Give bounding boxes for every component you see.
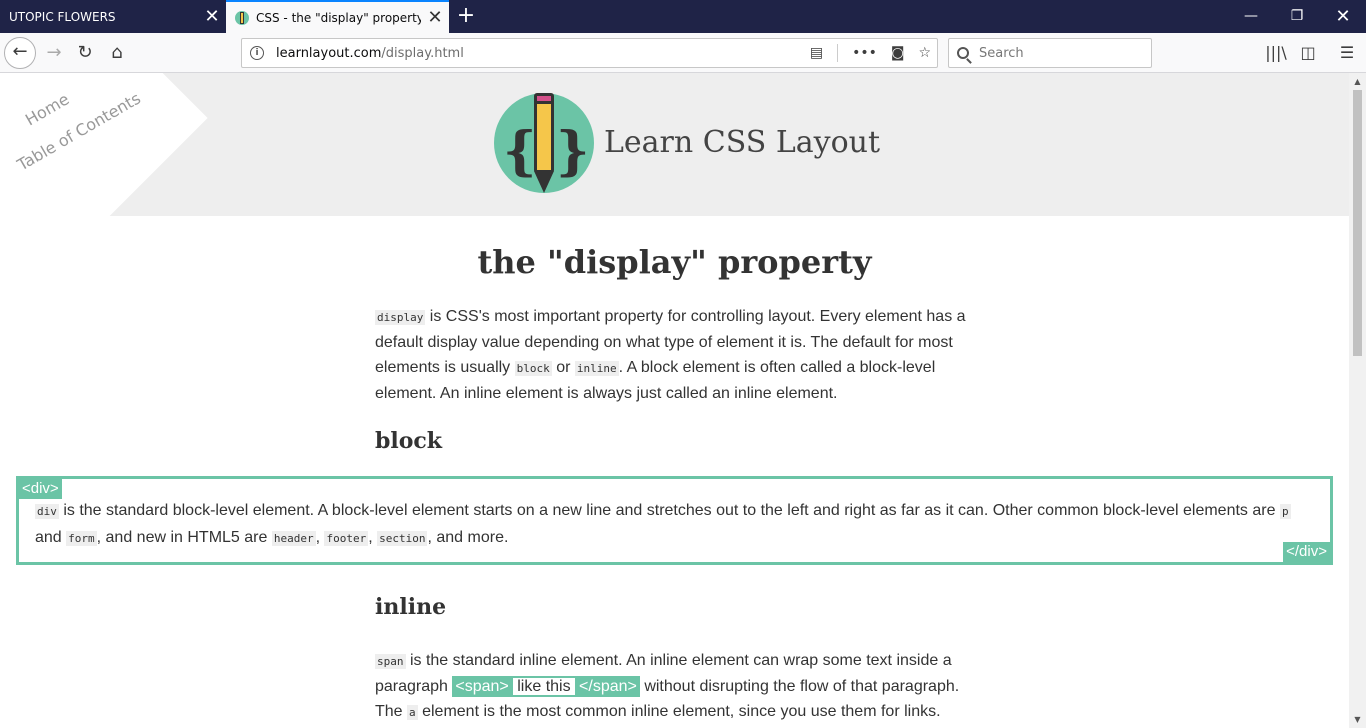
inline-code: a — [407, 705, 418, 720]
tab-title: CSS - the "display" property — [256, 10, 421, 25]
div-close-tag: </div> — [1283, 542, 1330, 562]
tab-utopic-flowers[interactable]: UTOPIC FLOWERS ✕ — [0, 0, 226, 33]
inline-code: inline — [574, 361, 619, 376]
inline-code: block — [514, 361, 552, 376]
pencil-logo-icon[interactable]: { } — [494, 93, 594, 193]
tab-css-display[interactable]: CSS - the "display" property ✕ — [226, 0, 449, 33]
inline-code: p — [1279, 504, 1291, 519]
search-input[interactable] — [977, 44, 1141, 62]
block-demo-box: <div> div is the standard block-level el… — [16, 476, 1333, 565]
info-icon[interactable]: i — [250, 46, 264, 60]
inline-code: span — [375, 654, 406, 669]
reload-icon[interactable]: ↻ — [69, 37, 101, 69]
intro-paragraph: display is CSS's most important property… — [375, 308, 966, 402]
inline-code: div — [35, 504, 59, 519]
window-close-icon[interactable]: ✕ — [1320, 0, 1366, 33]
favicon-icon — [235, 10, 249, 25]
more-actions-icon[interactable]: ••• — [852, 45, 877, 61]
site-brand[interactable]: Learn CSS Layout — [604, 125, 880, 160]
page-title: the "display" property — [477, 243, 872, 281]
span-demo: <span> like this </span> — [452, 676, 640, 697]
tab-strip: UTOPIC FLOWERS ✕ CSS - the "display" pro… — [0, 0, 1366, 33]
scroll-thumb[interactable] — [1353, 90, 1362, 356]
inline-code: form — [66, 531, 97, 546]
scroll-up-icon[interactable]: ▲ — [1349, 73, 1366, 90]
library-icon[interactable]: |||\ — [1260, 37, 1292, 69]
nav-bar: ← → ↻ ⌂ i learnlayout.com/display.html ▤… — [0, 33, 1366, 73]
home-icon[interactable]: ⌂ — [101, 37, 133, 69]
back-icon[interactable]: ← — [4, 37, 36, 69]
bookmark-star-icon[interactable]: ☆ — [918, 45, 931, 61]
restore-icon[interactable]: ❐ — [1274, 0, 1320, 33]
url-bar[interactable]: i learnlayout.com/display.html ▤ ••• ◙ ☆ — [241, 38, 938, 68]
div-open-tag: <div> — [19, 479, 62, 499]
inline-paragraph: span is the standard inline element. An … — [375, 652, 960, 720]
menu-icon[interactable]: ☰ — [1331, 37, 1363, 69]
tab-title: UTOPIC FLOWERS — [9, 9, 116, 24]
pocket-icon[interactable]: ◙ — [891, 45, 905, 61]
new-tab-icon[interactable]: + — [453, 0, 479, 33]
page-content: Home Table of Contents { } Learn CSS Lay… — [0, 73, 1349, 728]
inline-code: header — [271, 531, 316, 546]
inline-heading: inline — [375, 594, 447, 620]
close-icon[interactable]: ✕ — [421, 8, 449, 27]
inline-code: footer — [324, 531, 369, 546]
url-path: /display.html — [381, 45, 464, 61]
forward-icon[interactable]: → — [38, 37, 70, 69]
close-icon[interactable]: ✕ — [198, 7, 226, 26]
search-bar[interactable] — [948, 38, 1152, 68]
minimize-icon[interactable]: — — [1228, 0, 1274, 33]
scroll-down-icon[interactable]: ▼ — [1349, 711, 1366, 728]
inline-code: display — [375, 310, 426, 325]
inline-code: section — [377, 531, 428, 546]
block-paragraph: div is the standard block-level element.… — [35, 502, 1291, 546]
block-heading: block — [375, 428, 443, 454]
reader-view-icon[interactable]: ▤ — [810, 45, 823, 61]
url-host: learnlayout.com — [276, 45, 382, 61]
search-icon — [957, 47, 969, 59]
sidebar-icon[interactable]: ◫ — [1292, 37, 1324, 69]
site-header: Home Table of Contents { } Learn CSS Lay… — [0, 73, 1349, 281]
divider — [837, 44, 839, 62]
page-scrollbar[interactable]: ▲ ▼ — [1349, 73, 1366, 728]
